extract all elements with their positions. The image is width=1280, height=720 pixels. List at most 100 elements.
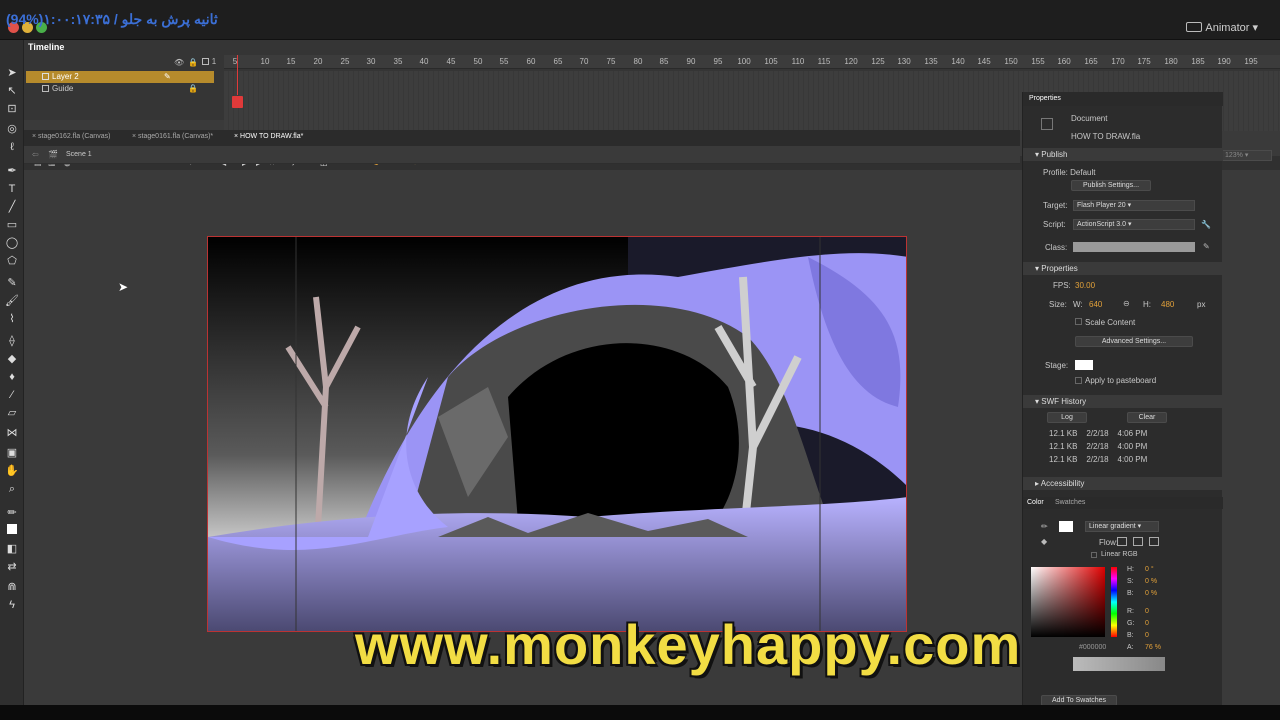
- ruler-tick: 50: [473, 57, 483, 66]
- class-input[interactable]: [1073, 242, 1195, 252]
- layer-row-guide[interactable]: Guide 🔒: [26, 83, 214, 95]
- layer-name[interactable]: Layer 2: [52, 72, 79, 81]
- playhead[interactable]: [232, 96, 243, 108]
- paint-bucket-tool-icon[interactable]: ◆: [5, 352, 19, 366]
- wrench-icon[interactable]: 🔧: [1201, 220, 1211, 229]
- width-value[interactable]: 640: [1089, 300, 1102, 309]
- ruler-tick: 195: [1244, 57, 1258, 66]
- height-value[interactable]: 480: [1161, 300, 1174, 309]
- fill-type-select[interactable]: Linear gradient ▾: [1085, 521, 1159, 532]
- lock-all-icon[interactable]: 🔒: [188, 58, 198, 67]
- brightness-value[interactable]: 0 %: [1145, 590, 1157, 597]
- show-hide-all-icon[interactable]: 👁: [174, 58, 184, 67]
- back-arrow-icon[interactable]: ⇦: [32, 150, 39, 159]
- hue-slider[interactable]: [1111, 567, 1117, 637]
- publish-section-header[interactable]: ▾ Publish: [1023, 148, 1223, 161]
- ruler-tick: 135: [924, 57, 938, 66]
- properties-tab[interactable]: Properties: [1029, 95, 1061, 102]
- oval-tool-icon[interactable]: ◯: [5, 236, 19, 250]
- rectangle-tool-icon[interactable]: ▭: [5, 218, 19, 232]
- ink-bottle-tool-icon[interactable]: ♦: [5, 370, 19, 384]
- flow-extend-icon[interactable]: [1117, 537, 1127, 546]
- doc-tab-stage0161[interactable]: × stage0161.fla (Canvas)*: [132, 133, 213, 140]
- ruler-tick: 110: [791, 57, 805, 66]
- workspace-switcher[interactable]: Animator ▾: [1205, 21, 1258, 34]
- gradient-preview-bar[interactable]: [1073, 657, 1165, 671]
- stroke-pencil-icon[interactable]: ✏: [1041, 522, 1048, 531]
- link-dimensions-icon[interactable]: ⊖: [1123, 299, 1130, 308]
- saturation-value[interactable]: 0 %: [1145, 578, 1157, 585]
- line-tool-icon[interactable]: ╱: [5, 200, 19, 214]
- blue-value[interactable]: 0: [1145, 632, 1149, 639]
- eyedropper-tool-icon[interactable]: ⁄: [5, 388, 19, 402]
- fill-swatch[interactable]: [1059, 521, 1073, 532]
- text-tool-icon[interactable]: T: [5, 182, 19, 196]
- hand-tool-icon[interactable]: ✋: [5, 464, 19, 478]
- polystar-tool-icon[interactable]: ⬠: [5, 254, 19, 268]
- ruler-tick: 70: [579, 57, 589, 66]
- stage-color-swatch[interactable]: [1075, 360, 1093, 370]
- fill-bucket-icon[interactable]: ◆: [1041, 537, 1047, 546]
- free-transform-tool-icon[interactable]: ⊡: [5, 102, 19, 116]
- eraser-tool-icon[interactable]: ▱: [5, 406, 19, 420]
- fps-value[interactable]: 30.00: [1075, 281, 1095, 290]
- outline-all-icon[interactable]: [202, 58, 209, 65]
- brush-tool-icon[interactable]: 🖌: [5, 294, 19, 308]
- black-white-icon[interactable]: ◧: [5, 542, 19, 556]
- log-button[interactable]: Log: [1047, 412, 1087, 423]
- advanced-settings-button[interactable]: Advanced Settings...: [1075, 336, 1193, 347]
- ruler-tick: 190: [1217, 57, 1231, 66]
- alpha-value[interactable]: 76 %: [1145, 644, 1161, 651]
- 3d-rotation-tool-icon[interactable]: ◎: [5, 122, 19, 136]
- red-value[interactable]: 0: [1145, 608, 1149, 615]
- lasso-tool-icon[interactable]: ℓ: [5, 140, 19, 154]
- target-select[interactable]: Flash Player 20 ▾: [1073, 200, 1195, 211]
- smooth-icon[interactable]: ϟ: [5, 598, 19, 612]
- script-select[interactable]: ActionScript 3.0 ▾: [1073, 219, 1195, 230]
- lock-icon[interactable]: 🔒: [188, 84, 198, 93]
- color-tab[interactable]: Color: [1027, 499, 1044, 506]
- camera-tool-icon[interactable]: ▣: [5, 446, 19, 460]
- flow-reflect-icon[interactable]: [1133, 537, 1143, 546]
- pen-tool-icon[interactable]: ✒: [5, 164, 19, 178]
- zoom-tool-icon[interactable]: ⌕: [5, 482, 19, 496]
- layer-row-layer-2[interactable]: Layer 2 ✎: [26, 71, 214, 83]
- hue-value[interactable]: 0 °: [1145, 566, 1154, 573]
- zoom-select[interactable]: 123% ▾: [1222, 150, 1272, 161]
- swap-colors-icon[interactable]: ⇄: [5, 560, 19, 574]
- width-tool-icon[interactable]: ⋈: [5, 426, 19, 440]
- doc-tab-stage0162[interactable]: × stage0162.fla (Canvas): [32, 133, 110, 140]
- publish-settings-button[interactable]: Publish Settings...: [1071, 180, 1151, 191]
- snap-to-objects-icon[interactable]: ⋒: [5, 580, 19, 594]
- color-picker-field[interactable]: [1031, 567, 1105, 637]
- pencil-tool-icon[interactable]: ✎: [5, 276, 19, 290]
- properties-section-header[interactable]: ▾ Properties: [1023, 262, 1223, 275]
- flow-repeat-icon[interactable]: [1149, 537, 1159, 546]
- doc-tab-how-to-draw[interactable]: × HOW TO DRAW.fla*: [234, 133, 303, 140]
- timeline-tab[interactable]: Timeline: [28, 42, 64, 52]
- pencil-edit-icon[interactable]: ✎: [164, 72, 171, 81]
- swf-history-header[interactable]: ▾ SWF History: [1023, 395, 1223, 408]
- green-value[interactable]: 0: [1145, 620, 1149, 627]
- paint-brush-tool-icon[interactable]: ⌇: [5, 312, 19, 326]
- stage-canvas[interactable]: [207, 236, 907, 632]
- ruler-tick: 55: [499, 57, 509, 66]
- frame-ruler[interactable]: 1 5 10 15 20 25 30 35 40 45 50 55 60 65 …: [212, 55, 1280, 69]
- scene-label[interactable]: Scene 1: [66, 151, 92, 158]
- blue-label: B:: [1127, 632, 1134, 639]
- bone-tool-icon[interactable]: ⟠: [5, 334, 19, 348]
- clear-button[interactable]: Clear: [1127, 412, 1167, 423]
- linear-rgb-checkbox[interactable]: [1091, 552, 1097, 558]
- apply-pasteboard-checkbox[interactable]: [1075, 377, 1082, 384]
- hex-value[interactable]: #000000: [1079, 644, 1106, 651]
- stroke-color-icon[interactable]: ✏: [5, 506, 19, 520]
- edit-class-icon[interactable]: ✎: [1203, 242, 1210, 251]
- selection-tool-icon[interactable]: ➤: [5, 66, 19, 80]
- fill-color-swatch[interactable]: [7, 524, 17, 534]
- subselection-tool-icon[interactable]: ↖: [5, 84, 19, 98]
- accessibility-header[interactable]: ▸ Accessibility: [1023, 477, 1223, 490]
- scale-content-checkbox[interactable]: [1075, 318, 1082, 325]
- layer-name[interactable]: Guide: [52, 84, 73, 93]
- sync-settings-icon[interactable]: [1186, 22, 1202, 32]
- swatches-tab[interactable]: Swatches: [1055, 499, 1085, 506]
